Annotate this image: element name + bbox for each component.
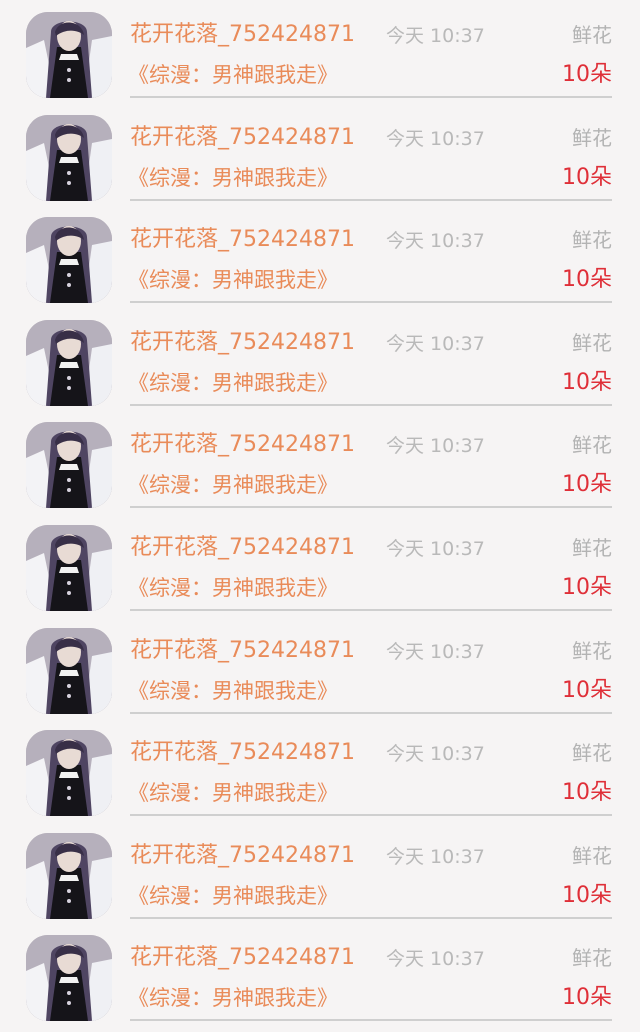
timestamp: 今天 10:37 [386,230,485,253]
row-divider [130,198,612,201]
timestamp: 今天 10:37 [386,25,485,47]
username[interactable]: 花开花落_752424871 [130,841,355,871]
gift-amount: 10朵 [562,267,612,293]
username[interactable]: 花开花落_752424871 [130,636,355,666]
list-item[interactable]: 花开花落_752424871 今天 10:37 鲜花 《综漫：男神跟我走》 10… [0,718,640,821]
list-item[interactable]: 花开花落_752424871 今天 10:37 鲜花 《综漫：男神跟我走》 10… [0,513,640,616]
list-item[interactable]: 花开花落_752424871 今天 10:37 鲜花 《综漫：男神跟我走》 10… [0,103,640,206]
book-title[interactable]: 《综漫：男神跟我走》 [128,778,338,808]
gift-type-label: 鲜花 [572,843,612,868]
username[interactable]: 花开花落_752424871 [130,533,355,563]
username[interactable]: 花开花落_752424871 [130,328,355,358]
gift-amount: 10朵 [562,780,612,806]
row-divider [130,1019,612,1022]
book-title[interactable]: 《综漫：男神跟我走》 [128,60,338,90]
book-title[interactable]: 《综漫：男神跟我走》 [128,983,338,1013]
row-divider [130,301,612,304]
gift-type-label: 鲜花 [572,946,612,971]
book-title[interactable]: 《综漫：男神跟我走》 [128,265,338,295]
list-item[interactable]: 花开花落_752424871 今天 10:37 鲜花 《综漫：男神跟我走》 10… [0,205,640,308]
user-avatar[interactable] [26,422,112,509]
avatar-icon [26,319,112,406]
avatar-icon [26,832,112,919]
avatar-icon [26,114,112,201]
gift-type-label: 鲜花 [572,330,612,355]
user-avatar[interactable] [26,12,112,98]
gift-amount: 10朵 [562,62,612,87]
timestamp: 今天 10:37 [386,127,485,150]
gift-amount: 10朵 [562,882,612,908]
row-divider [130,96,612,98]
row-divider [130,609,612,611]
book-title[interactable]: 《综漫：男神跟我走》 [128,163,338,193]
username[interactable]: 花开花落_752424871 [130,943,355,973]
list-item[interactable]: 花开花落_752424871 今天 10:37 鲜花 《综漫：男神跟我走》 10… [0,0,640,103]
user-avatar[interactable] [26,319,112,406]
avatar-icon [26,525,112,611]
gift-type-label: 鲜花 [572,125,612,150]
gift-type-label: 鲜花 [572,23,612,47]
list-item[interactable]: 花开花落_752424871 今天 10:37 鲜花 《综漫：男神跟我走》 10… [0,821,640,924]
gift-type-label: 鲜花 [572,741,612,766]
avatar-icon [26,422,112,509]
user-avatar[interactable] [26,627,112,714]
timestamp: 今天 10:37 [386,332,485,355]
username[interactable]: 花开花落_752424871 [130,430,355,460]
username[interactable]: 花开花落_752424871 [130,20,355,50]
timestamp: 今天 10:37 [386,435,485,458]
avatar-icon [26,217,112,304]
book-title[interactable]: 《综漫：男神跟我走》 [128,573,338,603]
book-title[interactable]: 《综漫：男神跟我走》 [128,881,338,911]
gift-amount: 10朵 [562,164,612,190]
gift-record-list: 花开花落_752424871 今天 10:37 鲜花 《综漫：男神跟我走》 10… [0,0,640,1032]
gift-type-label: 鲜花 [572,228,612,253]
gift-type-label: 鲜花 [572,536,612,560]
row-divider [130,916,612,919]
row-divider [130,711,612,714]
user-avatar[interactable] [26,525,112,611]
list-item[interactable]: 花开花落_752424871 今天 10:37 鲜花 《综漫：男神跟我走》 10… [0,616,640,719]
book-title[interactable]: 《综漫：男神跟我走》 [128,470,338,500]
gift-amount: 10朵 [562,575,612,600]
timestamp: 今天 10:37 [386,538,485,560]
timestamp: 今天 10:37 [386,948,485,971]
gift-amount: 10朵 [562,369,612,395]
list-item[interactable]: 花开花落_752424871 今天 10:37 鲜花 《综漫：男神跟我走》 10… [0,410,640,513]
avatar-icon [26,12,112,98]
row-divider [130,506,612,509]
user-avatar[interactable] [26,832,112,919]
book-title[interactable]: 《综漫：男神跟我走》 [128,676,338,706]
timestamp: 今天 10:37 [386,640,485,663]
row-divider [130,403,612,406]
user-avatar[interactable] [26,217,112,304]
gift-amount: 10朵 [562,985,612,1011]
row-divider [130,814,612,817]
book-title[interactable]: 《综漫：男神跟我走》 [128,368,338,398]
timestamp: 今天 10:37 [386,743,485,766]
list-item[interactable]: 花开花落_752424871 今天 10:37 鲜花 《综漫：男神跟我走》 10… [0,308,640,411]
gift-amount: 10朵 [562,677,612,703]
gift-type-label: 鲜花 [572,638,612,663]
user-avatar[interactable] [26,114,112,201]
avatar-icon [26,627,112,714]
gift-type-label: 鲜花 [572,433,612,458]
username[interactable]: 花开花落_752424871 [130,123,355,153]
list-item[interactable]: 花开花落_752424871 今天 10:37 鲜花 《综漫：男神跟我走》 10… [0,923,640,1026]
gift-amount: 10朵 [562,472,612,498]
avatar-icon [26,730,112,817]
timestamp: 今天 10:37 [386,845,485,868]
user-avatar[interactable] [26,935,112,1022]
avatar-icon [26,935,112,1022]
user-avatar[interactable] [26,730,112,817]
username[interactable]: 花开花落_752424871 [130,225,355,255]
username[interactable]: 花开花落_752424871 [130,738,355,768]
